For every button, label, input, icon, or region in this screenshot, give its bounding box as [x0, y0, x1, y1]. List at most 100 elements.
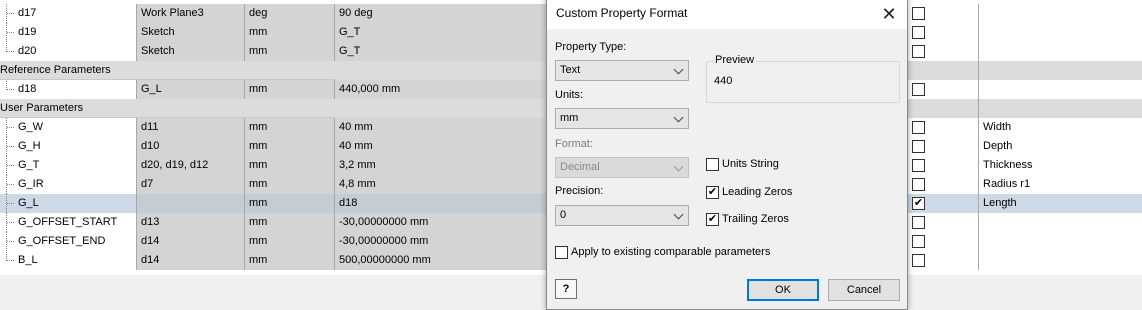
export-cell [908, 213, 979, 232]
unit-cell[interactable]: mm [245, 42, 335, 61]
consumed-by-cell [137, 194, 245, 213]
precision-label: Precision: [555, 185, 604, 197]
parameter-name-cell[interactable]: G_IR [0, 175, 137, 194]
equation-cell[interactable]: d18 [335, 194, 547, 213]
parameter-name-cell[interactable]: G_OFFSET_END [0, 232, 137, 251]
equation-cell[interactable]: -30,00000000 mm [335, 232, 547, 251]
close-icon[interactable]: ✕ [875, 1, 903, 27]
precision-select[interactable]: 0 [555, 205, 689, 226]
equation-cell[interactable]: 40 mm [335, 118, 547, 137]
tree-connector [6, 156, 14, 175]
equation-cell[interactable]: G_T [335, 23, 547, 42]
equation-cell[interactable]: 40 mm [335, 137, 547, 156]
unit-cell[interactable]: mm [245, 80, 335, 99]
export-checkbox[interactable] [912, 121, 925, 134]
group-header-label: User Parameters [0, 102, 84, 114]
units-string-checkbox[interactable] [706, 158, 719, 171]
unit-cell[interactable]: mm [245, 23, 335, 42]
format-label: Format: [555, 138, 593, 150]
parameter-name-cell[interactable]: G_H [0, 137, 137, 156]
parameter-name-cell[interactable]: B_L [0, 251, 137, 270]
tree-connector [6, 213, 14, 232]
export-cell [908, 80, 979, 99]
comment-cell[interactable] [979, 23, 1142, 42]
units-select[interactable]: mm [555, 108, 689, 129]
tree-connector [6, 137, 14, 156]
export-cell [908, 23, 979, 42]
comment-cell[interactable] [979, 42, 1142, 61]
parameter-name-cell[interactable]: d19 [0, 23, 137, 42]
comment-cell[interactable]: Width [979, 118, 1142, 137]
comment-cell[interactable]: Length [979, 194, 1142, 213]
comment-cell[interactable]: Depth [979, 137, 1142, 156]
parameter-name-cell[interactable]: d17 [0, 4, 137, 23]
group-header-label: Reference Parameters [0, 64, 111, 76]
export-cell [908, 118, 979, 137]
consumed-by-cell: d7 [137, 175, 245, 194]
parameter-name-cell[interactable]: d20 [0, 42, 137, 61]
parameter-name-cell[interactable]: G_T [0, 156, 137, 175]
comment-cell[interactable] [979, 4, 1142, 23]
units-label: Units: [555, 89, 584, 101]
apply-existing-label: Apply to existing comparable parameters [571, 246, 771, 258]
export-checkbox[interactable] [912, 45, 925, 58]
units-string-label: Units String [722, 158, 779, 170]
leading-zeros-checkbox[interactable]: ✔ [706, 186, 719, 199]
equation-cell[interactable]: 3,2 mm [335, 156, 547, 175]
group-filler-cell [335, 99, 547, 118]
export-checkbox[interactable] [912, 26, 925, 39]
comment-cell[interactable]: Radius r1 [979, 175, 1142, 194]
comment-cell[interactable] [979, 213, 1142, 232]
export-checkbox[interactable]: ✔ [912, 197, 925, 210]
unit-cell[interactable]: mm [245, 232, 335, 251]
chevron-down-icon [673, 209, 684, 220]
parameter-name-cell[interactable]: G_L [0, 194, 137, 213]
export-checkbox[interactable] [912, 159, 925, 172]
comment-cell[interactable]: Thickness [979, 156, 1142, 175]
chevron-down-icon [673, 161, 684, 172]
parameter-name-cell[interactable]: d18 [0, 80, 137, 99]
unit-cell[interactable]: mm [245, 194, 335, 213]
unit-cell[interactable]: mm [245, 118, 335, 137]
export-checkbox[interactable] [912, 83, 925, 96]
unit-cell[interactable]: mm [245, 213, 335, 232]
unit-cell[interactable]: mm [245, 137, 335, 156]
property-type-value: Text [560, 64, 581, 76]
consumed-by-cell: d20, d19, d12 [137, 156, 245, 175]
export-cell [908, 232, 979, 251]
parameter-name-cell[interactable]: G_OFFSET_START [0, 213, 137, 232]
trailing-zeros-checkbox[interactable]: ✔ [706, 213, 719, 226]
unit-cell[interactable]: mm [245, 251, 335, 270]
export-checkbox[interactable] [912, 216, 925, 229]
export-checkbox[interactable] [912, 235, 925, 248]
equation-cell[interactable]: 4,8 mm [335, 175, 547, 194]
tree-connector [6, 194, 14, 213]
apply-existing-checkbox[interactable] [555, 246, 568, 259]
equation-cell[interactable]: 440,000 mm [335, 80, 547, 99]
group-filler-cell [908, 99, 979, 118]
help-icon[interactable]: ? [555, 279, 577, 299]
consumed-by-cell: Sketch [137, 42, 245, 61]
cancel-button[interactable]: Cancel [828, 279, 900, 301]
dialog-title: Custom Property Format [556, 6, 688, 20]
ok-button[interactable]: OK [747, 279, 819, 301]
equation-cell[interactable]: 90 deg [335, 4, 547, 23]
export-checkbox[interactable] [912, 7, 925, 20]
export-checkbox[interactable] [912, 140, 925, 153]
export-checkbox[interactable] [912, 254, 925, 267]
unit-cell[interactable]: mm [245, 175, 335, 194]
preview-label: Preview [713, 54, 757, 66]
unit-cell[interactable]: mm [245, 156, 335, 175]
parameter-name-cell[interactable]: G_W [0, 118, 137, 137]
comment-cell[interactable] [979, 80, 1142, 99]
unit-cell[interactable]: deg [245, 4, 335, 23]
equation-cell[interactable]: -30,00000000 mm [335, 213, 547, 232]
equation-cell[interactable]: G_T [335, 42, 547, 61]
preview-value: 440 [714, 75, 733, 87]
comment-cell[interactable] [979, 251, 1142, 270]
equation-cell[interactable]: 500,00000000 mm [335, 251, 547, 270]
chevron-down-icon [673, 112, 684, 123]
comment-cell[interactable] [979, 232, 1142, 251]
export-checkbox[interactable] [912, 178, 925, 191]
property-type-select[interactable]: Text [555, 60, 689, 81]
